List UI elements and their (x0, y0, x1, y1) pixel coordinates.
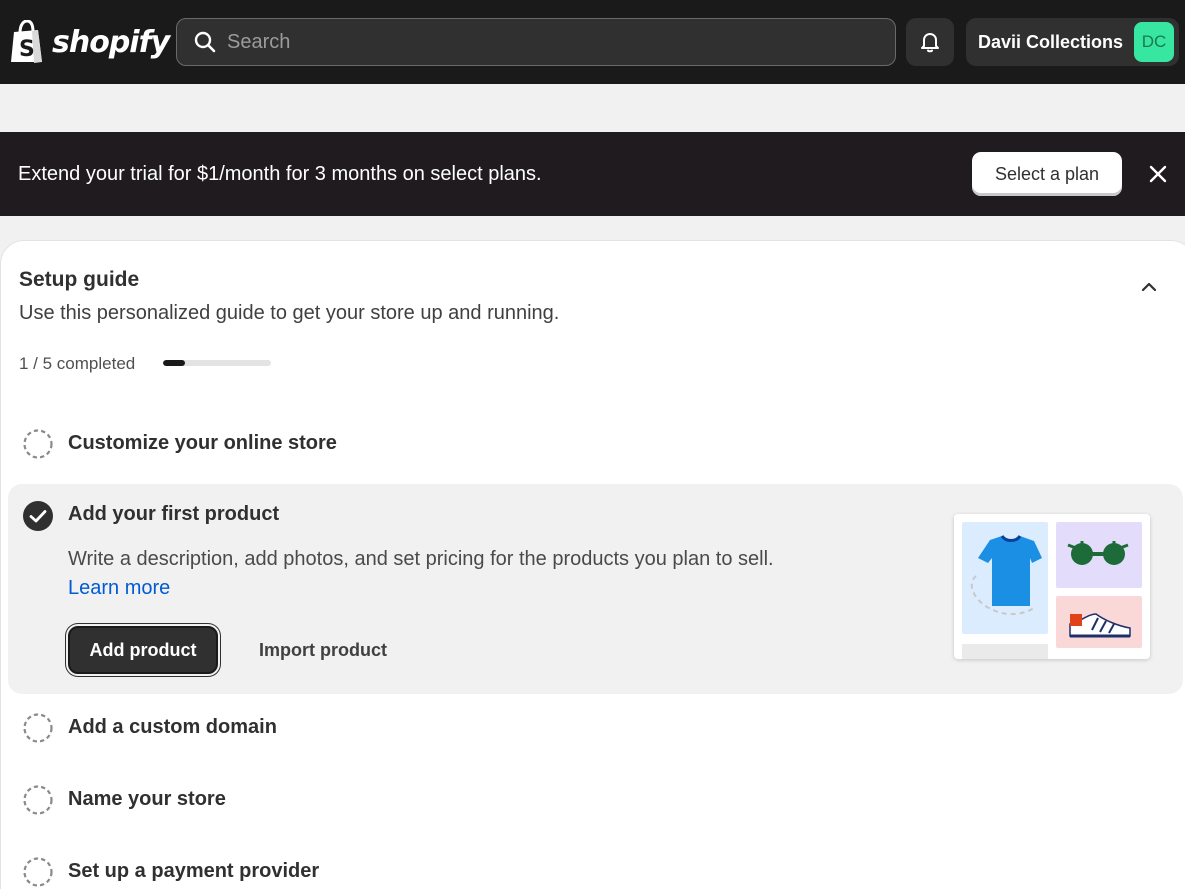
close-icon[interactable] (1148, 164, 1168, 184)
setup-guide-title: Setup guide (19, 268, 140, 291)
shopify-logo[interactable]: S shopify (8, 18, 170, 66)
task-payment-provider[interactable]: Set up a payment provider (9, 835, 1182, 889)
learn-more-link[interactable]: Learn more (68, 577, 170, 599)
trial-banner: Extend your trial for $1/month for 3 mon… (0, 132, 1185, 216)
task-label: Name your store (68, 788, 226, 810)
search-input[interactable] (227, 30, 867, 54)
svg-text:S: S (19, 37, 35, 62)
store-menu-button[interactable]: Davii Collections DC (966, 18, 1179, 66)
notifications-button[interactable] (906, 18, 954, 66)
setup-guide-subtitle: Use this personalized guide to get your … (19, 302, 560, 324)
dashed-circle-icon (23, 857, 53, 887)
dashed-circle-icon (23, 713, 53, 743)
setup-guide-card: Setup guide Use this personalized guide … (0, 240, 1185, 889)
task-name-store[interactable]: Name your store (9, 763, 1182, 835)
task-description-text: Write a description, add photos, and set… (68, 548, 774, 570)
task-label: Add a custom domain (68, 716, 277, 738)
task-description: Write a description, add photos, and set… (68, 545, 808, 603)
store-name: Davii Collections (978, 31, 1124, 52)
checkmark-circle-icon (23, 501, 53, 531)
products-illustration (954, 514, 1150, 659)
task-custom-domain[interactable]: Add a custom domain (9, 691, 1182, 763)
task-label: Set up a payment provider (68, 860, 320, 882)
product-collage-image (962, 522, 1142, 659)
logo-wordmark: shopify (52, 24, 170, 60)
avatar: DC (1134, 22, 1174, 62)
progress-bar (163, 360, 271, 366)
import-product-button[interactable]: Import product (244, 626, 402, 674)
dashed-circle-icon (23, 785, 53, 815)
task-add-first-product: Add your first product Write a descripti… (8, 484, 1183, 694)
select-plan-button[interactable]: Select a plan (972, 152, 1122, 196)
top-bar: S shopify Davii Collections DC (0, 0, 1185, 84)
progress-text: 1 / 5 completed (19, 354, 136, 373)
shopping-bag-icon: S (11, 20, 42, 63)
task-label: Customize your online store (68, 432, 337, 454)
task-label: Add your first product (68, 503, 280, 525)
search-icon (194, 31, 216, 53)
add-product-button[interactable]: Add product (68, 626, 218, 674)
banner-message: Extend your trial for $1/month for 3 mon… (18, 162, 542, 185)
task-customize-store[interactable]: Customize your online store (9, 407, 1182, 479)
chevron-up-icon[interactable] (1139, 277, 1159, 297)
dashed-circle-icon (23, 429, 53, 459)
search-bar[interactable] (176, 18, 896, 66)
bell-icon (921, 33, 939, 53)
progress-bar-fill (163, 360, 185, 366)
